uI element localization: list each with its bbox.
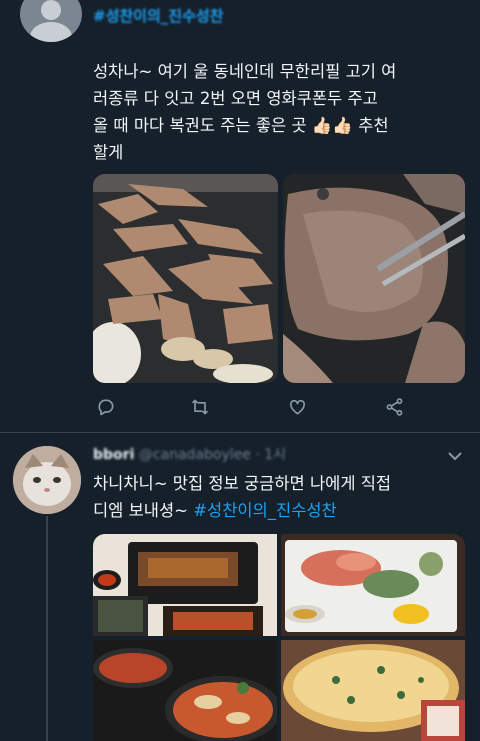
divider xyxy=(0,432,480,433)
like-icon[interactable] xyxy=(287,397,308,417)
tweet-text: 성차나~ 여기 울 동네인데 무한리필 고기 여 러종류 다 잇고 2번 오면 … xyxy=(93,62,397,162)
chevron-down-icon[interactable] xyxy=(447,450,463,462)
reply-icon[interactable] xyxy=(96,397,116,417)
share-icon[interactable] xyxy=(384,397,405,417)
header-hashtag[interactable]: #성찬이의_진수성찬 xyxy=(93,5,223,26)
tweet-author[interactable]: bbori @canadaboylee · 1시 xyxy=(93,444,286,464)
avatar[interactable] xyxy=(20,0,82,42)
display-name[interactable]: bbori xyxy=(93,447,134,463)
image-lunch-box[interactable] xyxy=(93,534,277,636)
image-sashimi[interactable] xyxy=(281,534,465,636)
thread-line xyxy=(46,516,48,741)
image-grilled-beef[interactable] xyxy=(283,174,465,383)
avatar[interactable] xyxy=(13,446,81,514)
image-pizza[interactable] xyxy=(281,640,465,741)
image-grid xyxy=(93,534,465,741)
image-spicy-stew[interactable] xyxy=(93,640,277,741)
hashtag-link[interactable]: #성찬이의_진수성찬 xyxy=(193,501,337,520)
handle-time: @canadaboylee · 1시 xyxy=(138,447,287,463)
tweet-text: 차니차니~ 맛집 정보 궁금하면 나에게 직접 디엠 보내셩~ #성찬이의_진수… xyxy=(93,474,392,520)
image-grilled-pork[interactable] xyxy=(93,174,278,383)
retweet-icon[interactable] xyxy=(189,397,211,417)
